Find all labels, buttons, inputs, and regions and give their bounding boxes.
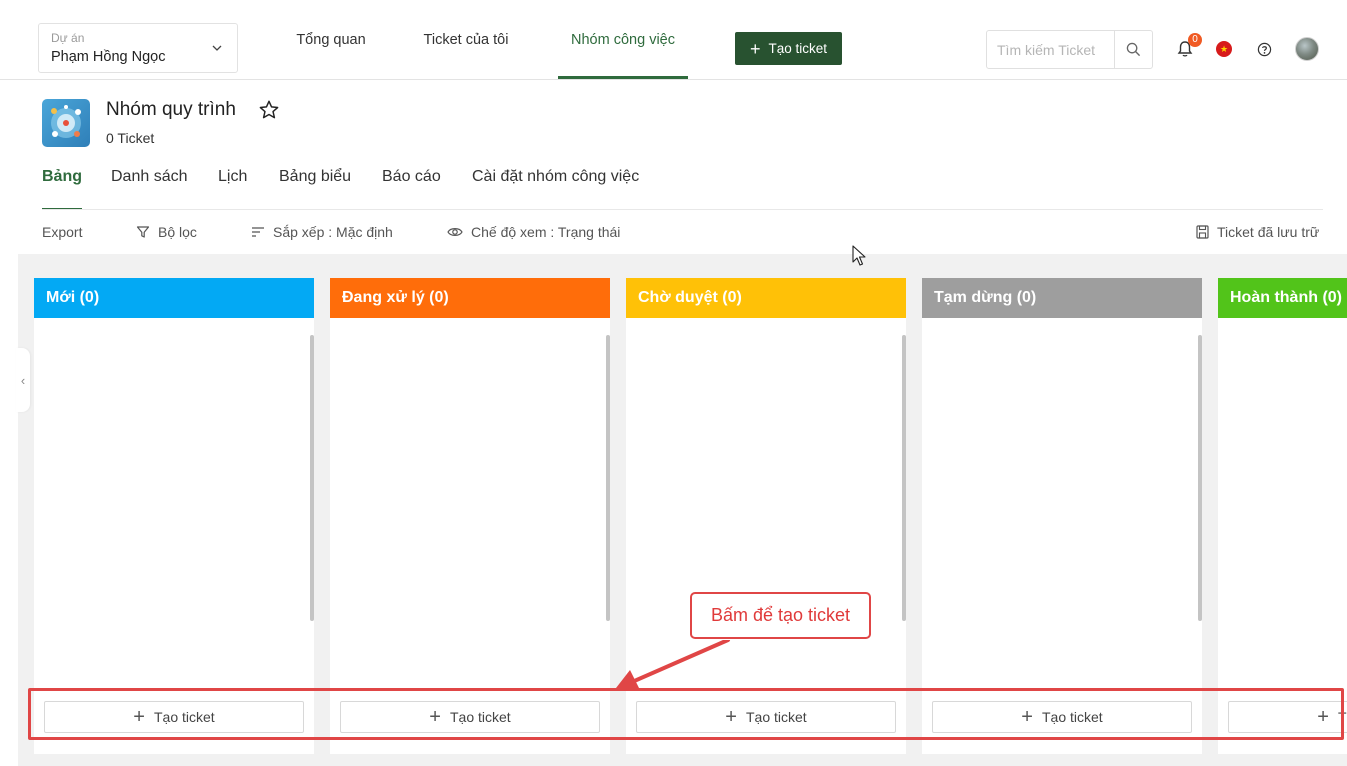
column-header: Tạm dừng (0) <box>922 278 1202 318</box>
column-header: Mới (0) <box>34 278 314 318</box>
filter-label: Bộ lọc <box>158 224 197 240</box>
annotation-callout: Bấm để tạo ticket <box>690 592 871 639</box>
tab-board[interactable]: Bảng <box>42 168 82 210</box>
archived-tickets-label: Ticket đã lưu trữ <box>1217 224 1320 240</box>
workgroup-ticket-count: 0 Ticket <box>106 130 155 146</box>
tabs-divider <box>42 209 1323 210</box>
create-ticket-button[interactable]: + Tạo ticket <box>735 32 842 65</box>
view-mode-button[interactable]: Chế độ xem : Trạng thái <box>447 222 620 242</box>
tab-tables[interactable]: Bảng biểu <box>279 168 351 209</box>
column-scrollbar[interactable] <box>902 335 906 621</box>
search-icon <box>1126 42 1141 57</box>
topnav-my-tickets[interactable]: Ticket của tôi <box>414 0 518 80</box>
create-ticket-button-label: Tạo ticket <box>768 41 828 56</box>
column-completed: Hoàn thành (0) + Tạo ticket <box>1218 278 1347 754</box>
column-header: Hoàn thành (0) <box>1218 278 1347 318</box>
search-box <box>986 30 1153 69</box>
column-scrollbar[interactable] <box>1198 335 1202 621</box>
sidebar-collapse-handle[interactable]: ‹ <box>16 348 30 412</box>
chevron-down-icon <box>212 45 222 51</box>
help-button[interactable] <box>1253 37 1275 61</box>
search-input[interactable] <box>987 31 1115 68</box>
column-scrollbar[interactable] <box>606 335 610 621</box>
annotation-highlight-box <box>28 688 1344 740</box>
help-icon <box>1257 42 1271 56</box>
save-icon <box>1196 225 1209 239</box>
sort-button[interactable]: Sắp xếp : Mặc định <box>251 222 393 242</box>
search-button[interactable] <box>1114 31 1152 68</box>
project-selector-value: Phạm Hồng Ngọc <box>51 49 166 65</box>
topnav-overview[interactable]: Tổng quan <box>288 0 374 80</box>
column-header: Đang xử lý (0) <box>330 278 610 318</box>
project-selector[interactable]: Dự án Phạm Hồng Ngọc <box>38 23 238 73</box>
export-label: Export <box>42 224 83 240</box>
sort-label: Sắp xếp : Mặc định <box>273 224 393 240</box>
user-avatar[interactable] <box>1295 37 1319 61</box>
annotation-text: Bấm để tạo ticket <box>710 605 851 625</box>
plus-icon: + <box>749 38 761 59</box>
topnav-workgroups[interactable]: Nhóm công việc <box>558 0 688 80</box>
chevron-left-icon: ‹ <box>20 372 26 388</box>
eye-icon <box>447 228 463 236</box>
tab-workgroup-settings[interactable]: Cài đặt nhóm công việc <box>472 168 639 209</box>
mouse-cursor-icon <box>852 245 866 266</box>
tab-list[interactable]: Danh sách <box>111 168 188 209</box>
column-header: Chờ duyệt (0) <box>626 278 906 318</box>
column-new: Mới (0) + Tạo ticket <box>34 278 314 754</box>
workgroup-logo <box>42 99 90 147</box>
tab-reports[interactable]: Báo cáo <box>382 168 441 209</box>
filter-icon <box>136 226 150 238</box>
workgroup-title: Nhóm quy trình <box>106 99 236 120</box>
column-paused: Tạm dừng (0) + Tạo ticket <box>922 278 1202 754</box>
notification-count-badge: 0 <box>1188 33 1202 47</box>
sort-icon <box>252 227 264 237</box>
favorite-star-icon[interactable] <box>258 99 280 121</box>
column-scrollbar[interactable] <box>310 335 314 621</box>
column-pending-approval: Chờ duyệt (0) + Tạo ticket <box>626 278 906 754</box>
view-mode-label: Chế độ xem : Trạng thái <box>471 224 621 240</box>
filter-button[interactable]: Bộ lọc <box>136 222 197 242</box>
language-flag-icon[interactable]: ★ <box>1216 41 1232 57</box>
archived-tickets-button[interactable]: Ticket đã lưu trữ <box>1196 222 1319 242</box>
tab-calendar[interactable]: Lịch <box>218 168 247 209</box>
column-in-progress: Đang xử lý (0) + Tạo ticket <box>330 278 610 754</box>
export-button[interactable]: Export <box>42 222 82 242</box>
project-selector-label: Dự án <box>51 31 85 45</box>
